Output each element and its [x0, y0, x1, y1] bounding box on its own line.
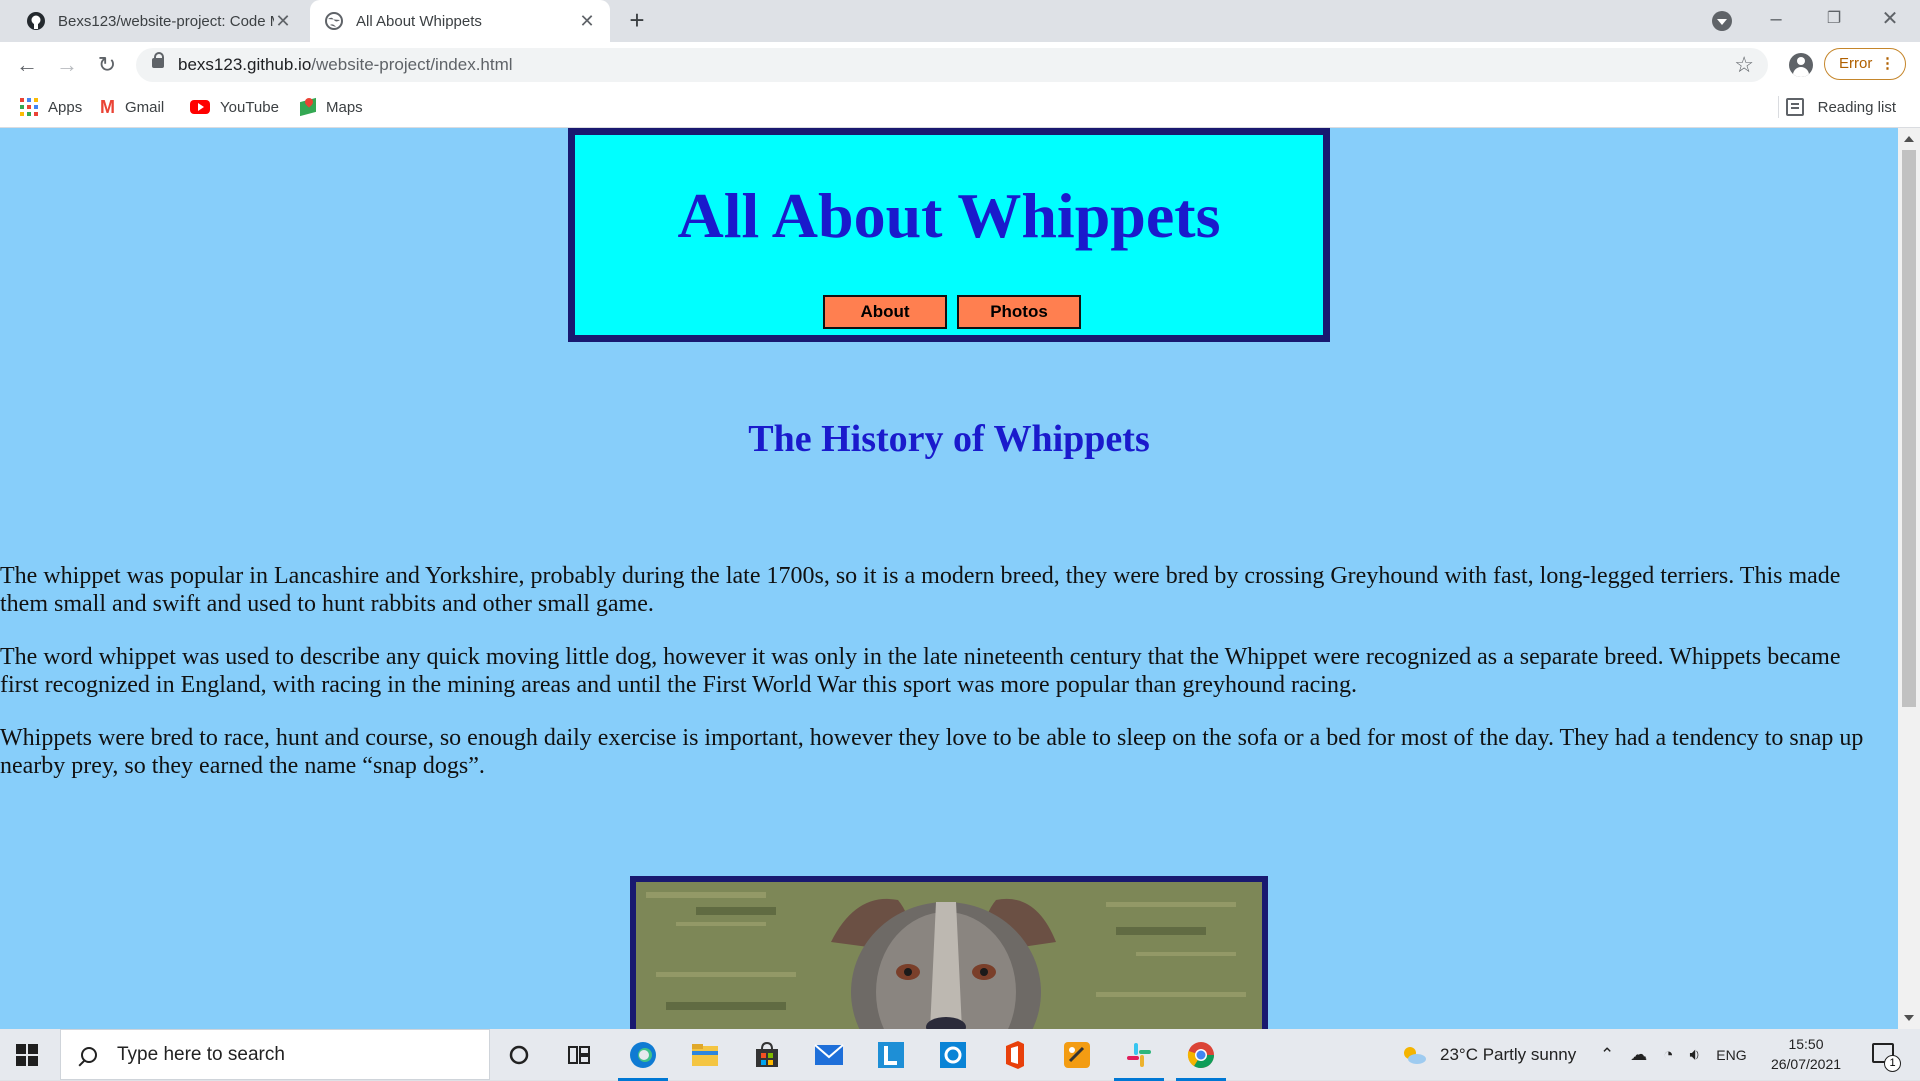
reload-icon[interactable]: ↻ [92, 50, 122, 80]
task-view-icon[interactable] [562, 1038, 596, 1072]
github-icon [27, 12, 45, 30]
bookmark-maps[interactable]: Maps [300, 88, 363, 126]
minimize-button[interactable]: – [1748, 0, 1804, 42]
clock-time: 15:50 [1788, 1036, 1824, 1052]
onedrive-cloud-icon[interactable]: ☁ [1630, 1045, 1647, 1065]
scroll-down-arrow-icon[interactable] [1904, 1015, 1914, 1021]
office-icon[interactable] [998, 1038, 1032, 1072]
whippet-photo [630, 876, 1268, 1029]
page-viewport: All About Whippets About Photos The Hist… [0, 128, 1898, 1029]
tab-close-icon[interactable]: ✕ [578, 12, 596, 30]
bookmark-youtube[interactable]: YouTube [190, 88, 279, 126]
history-paragraph-2: The word whippet was used to describe an… [0, 644, 1841, 698]
bookmark-label: Gmail [125, 98, 165, 116]
store-icon[interactable] [750, 1038, 784, 1072]
profile-avatar-icon[interactable] [1789, 53, 1813, 77]
tab-github[interactable]: Bexs123/website-project: Code M ✕ [12, 0, 306, 42]
tab-close-icon[interactable]: ✕ [274, 12, 292, 30]
snip-sketch-icon[interactable] [1060, 1038, 1094, 1072]
outlook-icon[interactable] [936, 1038, 970, 1072]
volume-icon[interactable]: 🔉︎ [1690, 1045, 1701, 1065]
slack-icon[interactable] [1114, 1038, 1164, 1081]
bookmark-label: Maps [326, 98, 363, 116]
history-heading: The History of Whippets [748, 418, 1150, 460]
weather-text: 23°C Partly sunny [1440, 1044, 1577, 1064]
maps-icon [300, 98, 316, 116]
system-tray: ⌃ ☁ ◔ 🔉︎ ENG [1600, 1029, 1747, 1080]
weather-widget[interactable]: 23°C Partly sunny [1400, 1029, 1576, 1080]
address-bar[interactable]: bexs123.github.io/website-project/index.… [136, 48, 1768, 82]
tab-strip: Bexs123/website-project: Code M ✕ All Ab… [0, 0, 1920, 42]
notification-count-badge: 1 [1884, 1055, 1901, 1072]
chevron-up-icon[interactable]: ⌃ [1600, 1045, 1614, 1065]
history-paragraph-1: The whippet was popular in Lancashire an… [0, 563, 1841, 617]
history-paragraph-3: Whippets were bred to race, hunt and cou… [0, 725, 1864, 779]
new-tab-button[interactable]: + [624, 7, 650, 34]
globe-icon [325, 12, 343, 30]
mail-icon[interactable] [812, 1038, 846, 1072]
gmail-icon: M [100, 96, 115, 117]
clock-date: 26/07/2021 [1770, 1056, 1842, 1072]
url-text[interactable]: bexs123.github.io/website-project/index.… [178, 55, 513, 75]
close-window-button[interactable]: ✕ [1862, 0, 1918, 42]
youtube-icon [190, 100, 210, 114]
taskbar-search[interactable] [60, 1029, 490, 1080]
bookmark-gmail[interactable]: M Gmail [100, 88, 164, 126]
windows-taskbar: 23°C Partly sunny ⌃ ☁ ◔ 🔉︎ ENG 15:50 26/… [0, 1029, 1920, 1081]
reading-list-label: Reading list [1817, 98, 1896, 116]
browser-toolbar: ← → ↻ bexs123.github.io/website-project/… [0, 42, 1920, 88]
bookmarks-bar: Apps M Gmail YouTube Maps Reading list [0, 88, 1920, 128]
wifi-icon[interactable]: ◔ [1663, 1045, 1673, 1065]
reading-list-button[interactable]: Reading list [1785, 88, 1896, 126]
whippet-photo-image [636, 882, 1262, 1029]
error-label: Error [1839, 55, 1873, 72]
error-button[interactable]: Error ⋮ [1824, 48, 1906, 80]
search-icon [81, 1046, 97, 1063]
edge-browser-icon[interactable] [618, 1038, 668, 1081]
about-button[interactable]: About [823, 295, 947, 329]
lens-app-icon[interactable] [874, 1038, 908, 1072]
file-explorer-icon[interactable] [688, 1038, 722, 1072]
bookmarks-divider [1778, 96, 1779, 118]
site-title: All About Whippets [677, 180, 1221, 251]
taskbar-search-input[interactable] [115, 1042, 479, 1067]
page-scrollbar[interactable] [1898, 128, 1920, 1029]
url-domain: bexs123.github.io [178, 55, 312, 74]
restore-button[interactable]: ❐ [1806, 0, 1862, 42]
site-header: All About Whippets About Photos [568, 128, 1330, 342]
back-arrow-icon[interactable]: ← [12, 50, 42, 80]
bookmark-label: YouTube [220, 98, 279, 116]
forward-arrow-icon[interactable]: → [52, 50, 82, 80]
bookmark-star-icon[interactable]: ☆ [1734, 52, 1754, 78]
url-path: /website-project/index.html [311, 55, 513, 74]
partly-sunny-icon [1404, 1046, 1426, 1064]
windows-start-icon[interactable] [16, 1044, 38, 1066]
tab-title: All About Whippets [356, 12, 482, 30]
tab-whippets[interactable]: All About Whippets ✕ [310, 0, 610, 42]
tab-search-icon[interactable] [1712, 11, 1732, 31]
clock[interactable]: 15:50 26/07/2021 [1760, 1034, 1852, 1074]
reading-list-icon [1785, 98, 1804, 116]
site-nav: About Photos [575, 295, 1323, 329]
bookmark-label: Apps [48, 98, 83, 116]
cortana-icon[interactable] [502, 1038, 536, 1072]
apps-grid-icon [20, 98, 38, 116]
menu-dots-icon: ⋮ [1880, 55, 1895, 72]
language-indicator[interactable]: ENG [1716, 1047, 1746, 1063]
bookmark-apps[interactable]: Apps [20, 88, 82, 126]
lock-icon[interactable] [152, 52, 164, 68]
scroll-up-arrow-icon[interactable] [1904, 136, 1914, 142]
photos-button[interactable]: Photos [957, 295, 1081, 329]
tab-title: Bexs123/website-project: Code M [58, 12, 274, 30]
chrome-icon[interactable] [1176, 1038, 1226, 1081]
scroll-thumb[interactable] [1902, 150, 1916, 707]
